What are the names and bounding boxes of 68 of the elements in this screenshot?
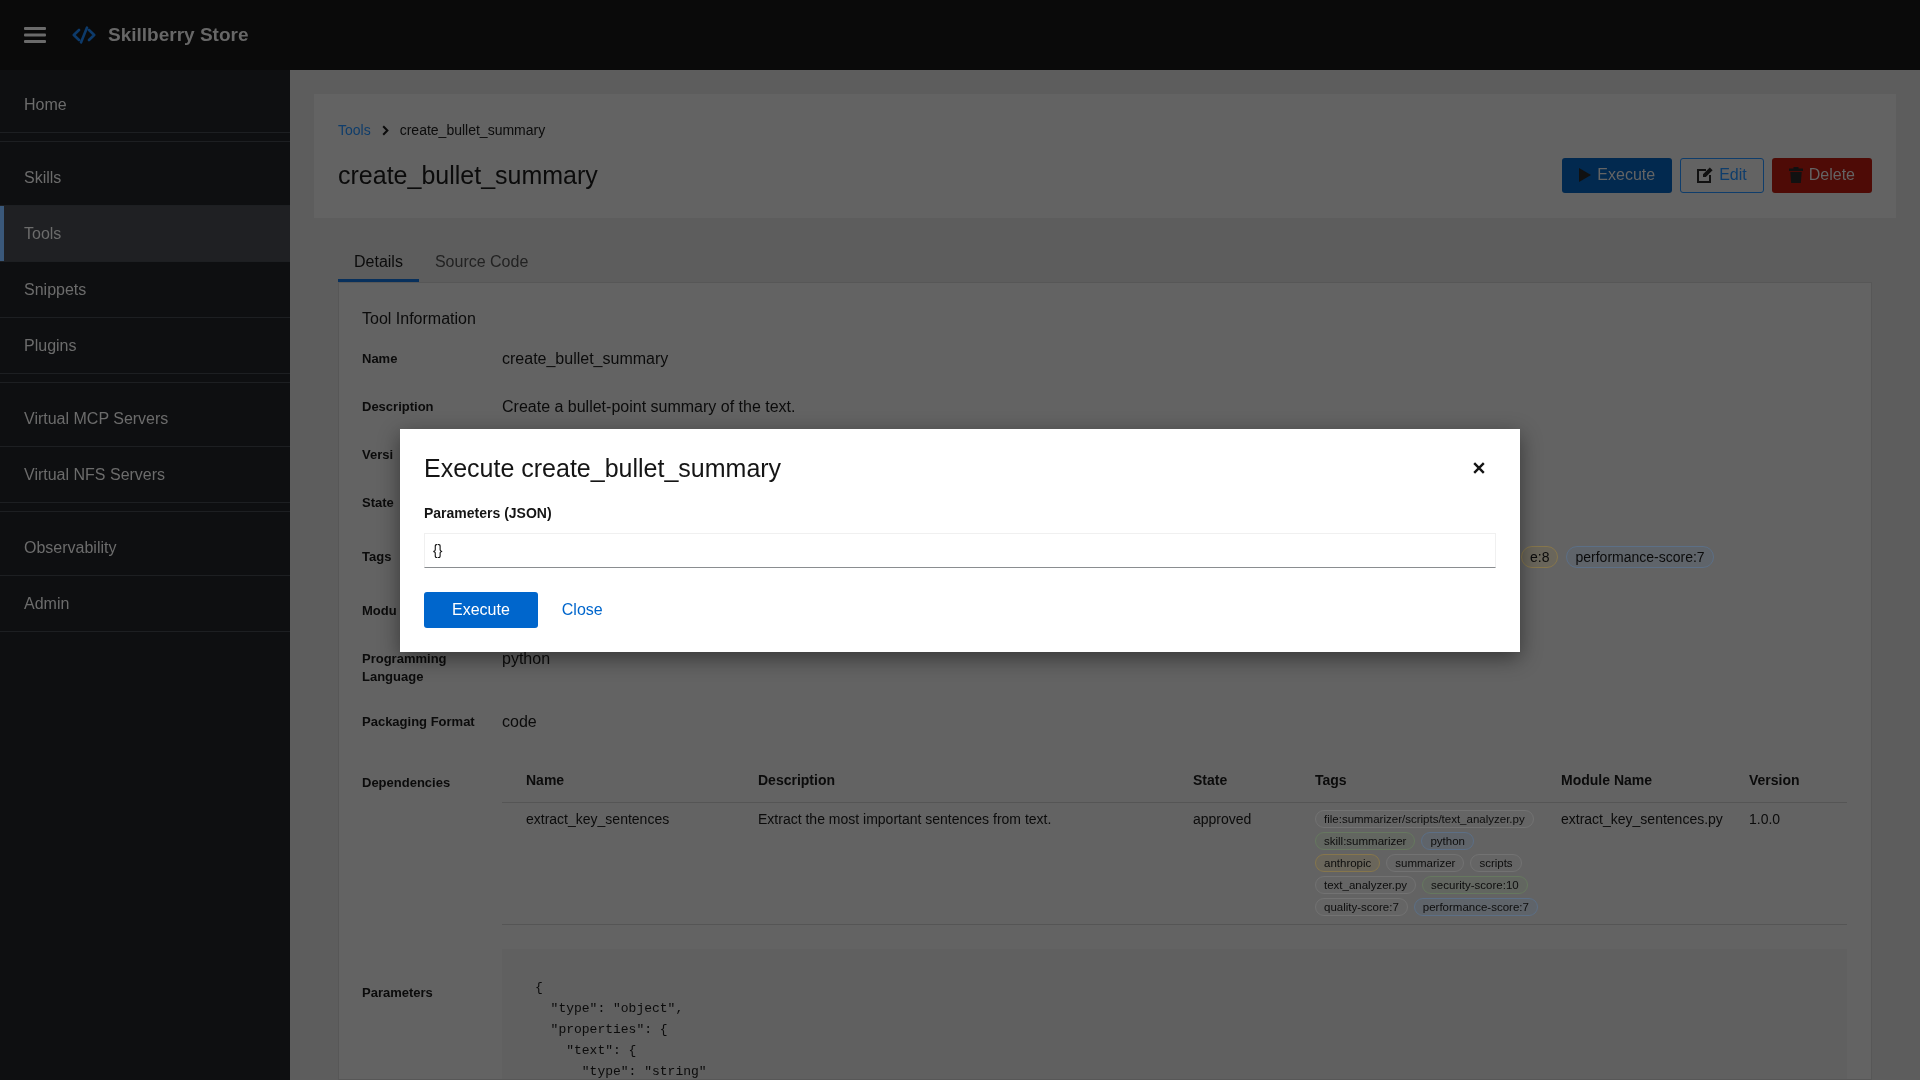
- menu-icon: [24, 27, 46, 43]
- column-header: State: [1193, 771, 1228, 790]
- nav-item[interactable]: Home: [0, 77, 290, 133]
- module-name: extract_key_sentences.py: [1561, 810, 1723, 828]
- field-label: Name: [362, 350, 398, 368]
- nav-item[interactable]: Admin: [0, 576, 290, 632]
- field-label: Tags: [362, 548, 392, 566]
- menu-button[interactable]: [24, 27, 46, 43]
- column-header: Description: [758, 771, 835, 790]
- page-title: create_bullet_summary: [338, 160, 598, 191]
- execute-button[interactable]: Execute: [424, 591, 538, 628]
- breadcrumb-current: create_bullet_summary: [399, 121, 546, 140]
- tag-chip: security-score:10: [1422, 876, 1528, 894]
- edit-button[interactable]: Edit: [1680, 157, 1764, 193]
- field-label: State: [362, 494, 394, 512]
- version-number: 1.0.0: [1749, 810, 1781, 828]
- tab[interactable]: Details: [338, 242, 419, 282]
- field-label: Parameters (JSON): [424, 503, 552, 523]
- tag-chip: quality-score:7: [1315, 898, 1408, 916]
- field-label: Parameters: [362, 984, 433, 1002]
- column-header: Module Name: [1561, 771, 1652, 790]
- tag-chip: python: [1421, 832, 1474, 850]
- column-header: Version: [1749, 771, 1800, 790]
- field-label: Description: [362, 398, 434, 416]
- field-label: Dependencies: [362, 774, 451, 792]
- dependency-name: extract_key_sentences: [526, 810, 670, 828]
- section-title: Tool Information: [362, 309, 476, 329]
- field-label: Versi: [362, 446, 394, 464]
- parameters-input[interactable]: {}: [424, 532, 1496, 568]
- dependency-description: Extract the most important sentences from text.: [758, 810, 1052, 828]
- close-icon: [1473, 461, 1485, 474]
- field-value: create_bullet_summary: [502, 349, 669, 369]
- tag-chip: file:summarizer/scripts/text_analyzer.py: [1315, 810, 1534, 828]
- tab[interactable]: Source Code: [418, 242, 545, 282]
- nav-item[interactable]: Virtual MCP Servers: [0, 391, 290, 447]
- code-brackets-icon: [72, 26, 96, 44]
- field-value: Create a bullet-point summary of the text.: [502, 397, 796, 417]
- tag-chip: scripts: [1470, 854, 1522, 872]
- dependency-state: approved: [1193, 810, 1252, 828]
- close-link[interactable]: Close: [545, 591, 619, 628]
- breadcrumb-link[interactable]: Tools: [338, 118, 371, 142]
- column-header: Tags: [1315, 771, 1347, 790]
- edit-icon: [1697, 167, 1714, 183]
- dialog-title: Execute create_bullet_summary: [424, 452, 782, 483]
- play-icon: [1579, 168, 1592, 182]
- trash-icon: [1788, 167, 1803, 183]
- field-label: Packaging Format: [362, 713, 475, 731]
- tag-chip: text_analyzer.py: [1315, 876, 1417, 894]
- nav-item[interactable]: Virtual NFS Servers: [0, 447, 290, 503]
- chevron-right-icon: [381, 124, 389, 136]
- field-label: Modu: [362, 602, 397, 620]
- tag-chip: anthropic: [1315, 854, 1381, 872]
- nav-item[interactable]: Tools: [0, 206, 290, 262]
- column-header: Name: [526, 771, 565, 790]
- field-label: Programming Language: [362, 650, 448, 686]
- field-value: code: [502, 712, 537, 732]
- tag-chip: performance-score:7: [1566, 546, 1714, 568]
- field-value: python: [502, 649, 551, 669]
- tag-chip: skill:summarizer: [1315, 832, 1416, 850]
- delete-button[interactable]: Delete: [1771, 157, 1872, 193]
- nav-item[interactable]: Plugins: [0, 318, 290, 374]
- app-title: Skillberry Store: [108, 24, 249, 46]
- run-button[interactable]: Execute: [1562, 157, 1673, 193]
- tag-chip: performance-score:7: [1413, 898, 1538, 916]
- nav-item[interactable]: Snippets: [0, 262, 290, 318]
- nav-item[interactable]: Observability: [0, 520, 290, 576]
- tag-chip: summarizer: [1386, 854, 1465, 872]
- tag-chip: e:8: [1521, 546, 1559, 568]
